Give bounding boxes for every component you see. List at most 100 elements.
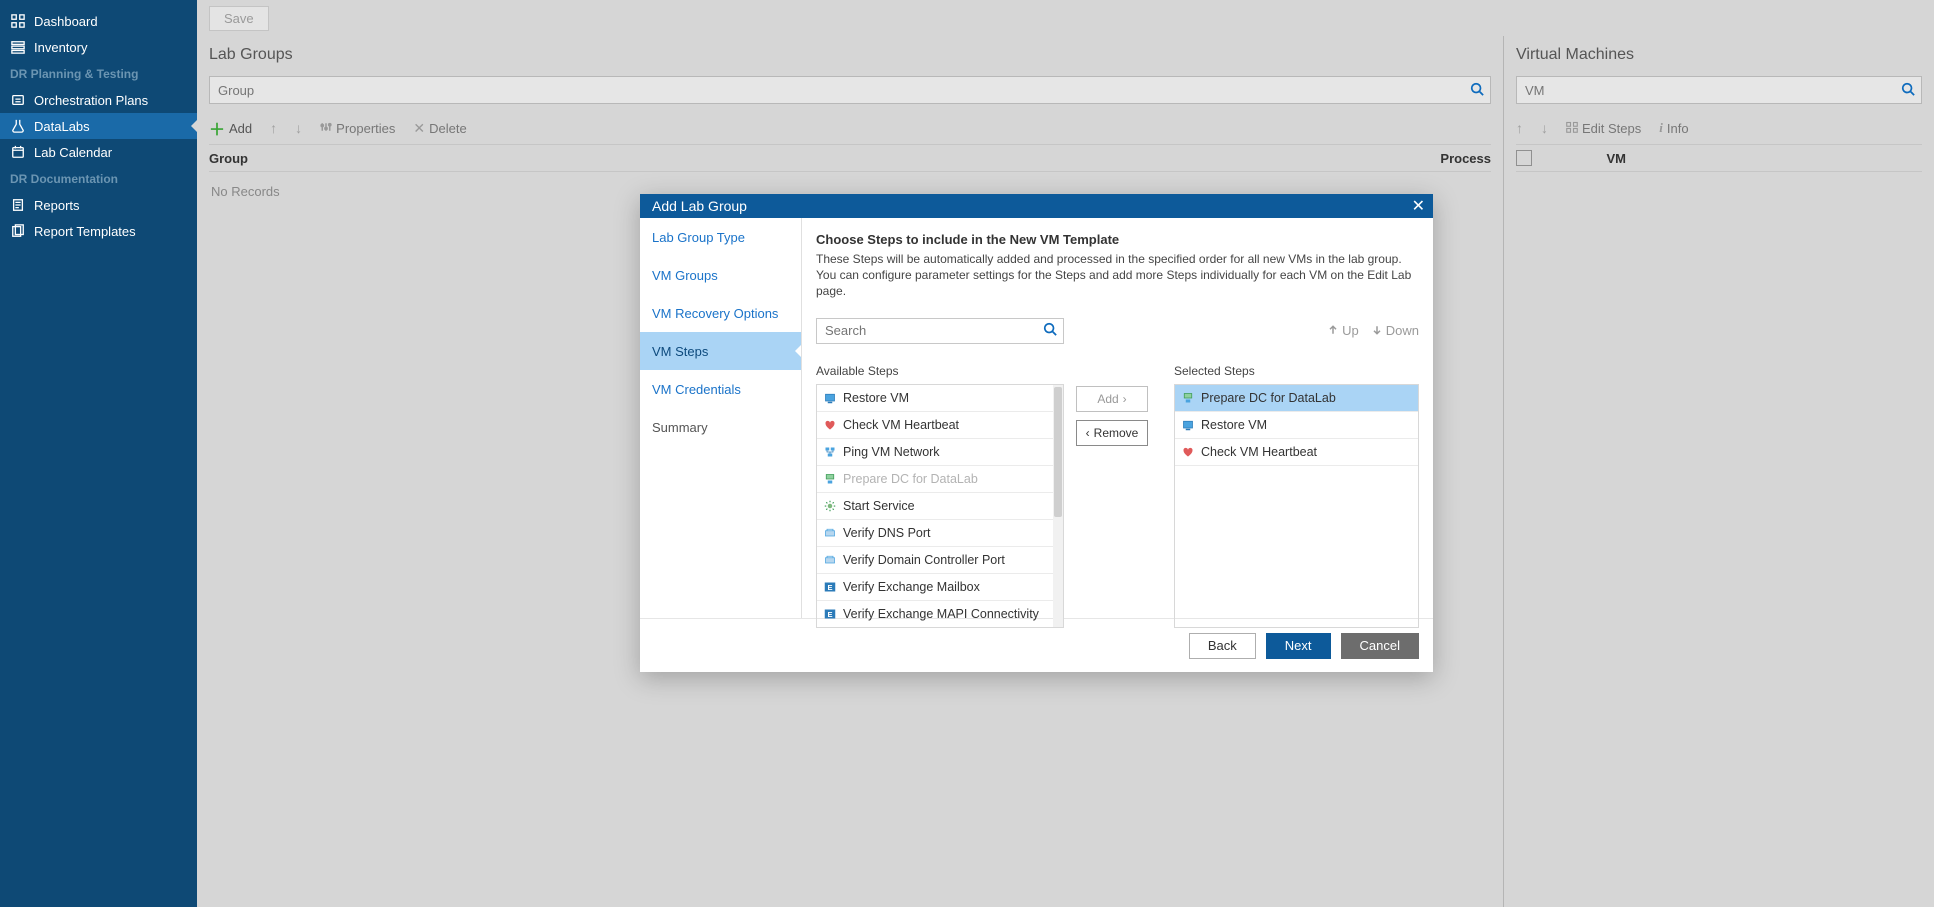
nav-orchestration[interactable]: Orchestration Plans bbox=[0, 87, 197, 113]
nav-reports[interactable]: Reports bbox=[0, 192, 197, 218]
move-up-button[interactable]: ↑ bbox=[270, 120, 277, 136]
selected-list[interactable]: Prepare DC for DataLab Restore VM Check VM… bbox=[1174, 384, 1419, 628]
list-item[interactable]: EVerify Exchange MAPI Connectivity bbox=[817, 601, 1063, 628]
close-icon[interactable]: ✕ bbox=[1412, 196, 1425, 216]
list-item[interactable]: Verify Domain Controller Port bbox=[817, 547, 1063, 574]
panel-virtual-machines: Virtual Machines ↑ ↓ Edit Steps iInfo VM bbox=[1504, 36, 1934, 907]
step-vm-steps[interactable]: VM Steps bbox=[640, 332, 801, 370]
dc-icon bbox=[1181, 391, 1195, 405]
step-vm-recovery[interactable]: VM Recovery Options bbox=[640, 294, 801, 332]
reports-icon bbox=[10, 197, 26, 213]
restore-icon bbox=[1181, 418, 1195, 432]
search-vms[interactable] bbox=[1516, 76, 1922, 104]
list-item-label: Restore VM bbox=[1201, 418, 1267, 432]
datalabs-icon bbox=[10, 118, 26, 134]
dialog-title: Add Lab Group bbox=[652, 198, 747, 214]
nav-label: Lab Calendar bbox=[34, 145, 112, 160]
nav-lab-calendar[interactable]: Lab Calendar bbox=[0, 139, 197, 165]
restore-icon bbox=[823, 391, 837, 405]
search-input[interactable] bbox=[218, 83, 1470, 98]
col-group: Group bbox=[209, 151, 1411, 166]
delete-button[interactable]: ✕Delete bbox=[413, 120, 466, 137]
list-item-label: Prepare DC for DataLab bbox=[843, 472, 978, 486]
list-item-label: Verify DNS Port bbox=[843, 526, 931, 540]
add-step-button[interactable]: Add › bbox=[1076, 386, 1148, 412]
down-label: Down bbox=[1386, 323, 1419, 338]
search-icon[interactable] bbox=[1043, 322, 1057, 339]
edit-steps-button[interactable]: Edit Steps bbox=[1566, 121, 1641, 136]
remove-label: Remove bbox=[1094, 426, 1139, 440]
sidebar: Dashboard Inventory DR Planning & Testin… bbox=[0, 0, 197, 907]
dialog-add-lab-group: Add Lab Group ✕ Lab Group Type VM Groups… bbox=[640, 194, 1433, 672]
toolbar-lab-groups: ＋Add ↑ ↓ Properties ✕Delete bbox=[209, 104, 1491, 144]
updown-controls: Up Down bbox=[1327, 323, 1419, 338]
search-icon[interactable] bbox=[1470, 82, 1484, 99]
list-item-label: Ping VM Network bbox=[843, 445, 940, 459]
content-heading: Choose Steps to include in the New VM Te… bbox=[816, 232, 1419, 247]
list-item[interactable]: Start Service bbox=[817, 493, 1063, 520]
list-item-label: Check VM Heartbeat bbox=[1201, 445, 1317, 459]
list-item[interactable]: Check VM Heartbeat bbox=[817, 412, 1063, 439]
next-button[interactable]: Next bbox=[1266, 633, 1331, 659]
move-down-button[interactable]: ↓ bbox=[295, 120, 302, 136]
nav-label: DataLabs bbox=[34, 119, 90, 134]
step-lab-group-type[interactable]: Lab Group Type bbox=[640, 218, 801, 256]
list-item-label: Restore VM bbox=[843, 391, 909, 405]
dialog-content: Choose Steps to include in the New VM Te… bbox=[802, 218, 1433, 618]
search-icon[interactable] bbox=[1901, 82, 1915, 99]
add-label: Add bbox=[1097, 392, 1118, 406]
nav-datalabs[interactable]: DataLabs bbox=[0, 113, 197, 139]
save-button[interactable]: Save bbox=[209, 6, 269, 31]
step-vm-groups[interactable]: VM Groups bbox=[640, 256, 801, 294]
arrow-down-icon: ↓ bbox=[295, 120, 302, 136]
list-item[interactable]: Restore VM bbox=[817, 385, 1063, 412]
plus-icon: ＋ bbox=[209, 116, 225, 140]
step-vm-credentials[interactable]: VM Credentials bbox=[640, 370, 801, 408]
available-list[interactable]: Restore VM Check VM Heartbeat Ping VM Netw… bbox=[816, 384, 1064, 628]
add-button[interactable]: ＋Add bbox=[209, 116, 252, 140]
dialog-nav: Lab Group Type VM Groups VM Recovery Opt… bbox=[640, 218, 802, 618]
search-lab-groups[interactable] bbox=[209, 76, 1491, 104]
move-down-button[interactable]: ↓ bbox=[1541, 120, 1548, 136]
search-steps[interactable] bbox=[816, 318, 1064, 344]
calendar-icon bbox=[10, 144, 26, 160]
list-item[interactable]: Check VM Heartbeat bbox=[1175, 439, 1418, 466]
list-item[interactable]: EVerify Exchange Mailbox bbox=[817, 574, 1063, 601]
cancel-button[interactable]: Cancel bbox=[1341, 633, 1419, 659]
select-all-checkbox[interactable] bbox=[1516, 150, 1532, 166]
search-input[interactable] bbox=[825, 323, 1043, 338]
scrollbar[interactable] bbox=[1053, 385, 1063, 627]
content-subtext: These Steps will be automatically added … bbox=[816, 251, 1419, 300]
nav-section-planning: DR Planning & Testing bbox=[0, 60, 197, 87]
up-button[interactable]: Up bbox=[1327, 323, 1359, 338]
step-summary[interactable]: Summary bbox=[640, 408, 801, 446]
list-item[interactable]: Restore VM bbox=[1175, 412, 1418, 439]
list-item[interactable]: Prepare DC for DataLab bbox=[817, 466, 1063, 493]
list-item[interactable]: Ping VM Network bbox=[817, 439, 1063, 466]
heart-icon bbox=[1181, 445, 1195, 459]
nav-label: Inventory bbox=[34, 40, 87, 55]
remove-step-button[interactable]: ‹Remove bbox=[1076, 420, 1148, 446]
info-button[interactable]: iInfo bbox=[1659, 120, 1688, 136]
list-item-label: Verify Exchange Mailbox bbox=[843, 580, 980, 594]
col-process: Process bbox=[1411, 151, 1491, 166]
nav-dashboard[interactable]: Dashboard bbox=[0, 8, 197, 34]
chevron-right-icon: › bbox=[1123, 392, 1127, 406]
properties-button[interactable]: Properties bbox=[320, 121, 395, 136]
col-vm: VM bbox=[1546, 151, 1626, 166]
list-item-label: Start Service bbox=[843, 499, 915, 513]
list-item[interactable]: Verify DNS Port bbox=[817, 520, 1063, 547]
search-input[interactable] bbox=[1525, 83, 1901, 98]
down-button[interactable]: Down bbox=[1371, 323, 1419, 338]
scrollbar-thumb[interactable] bbox=[1054, 387, 1062, 517]
panel-title: Virtual Machines bbox=[1516, 36, 1922, 76]
nav-label: Orchestration Plans bbox=[34, 93, 148, 108]
dialog-header: Add Lab Group ✕ bbox=[640, 194, 1433, 218]
list-item[interactable]: Prepare DC for DataLab bbox=[1175, 385, 1418, 412]
port-icon bbox=[823, 526, 837, 540]
nav-inventory[interactable]: Inventory bbox=[0, 34, 197, 60]
nav-report-templates[interactable]: Report Templates bbox=[0, 218, 197, 244]
back-button[interactable]: Back bbox=[1189, 633, 1256, 659]
dashboard-icon bbox=[10, 13, 26, 29]
move-up-button[interactable]: ↑ bbox=[1516, 120, 1523, 136]
